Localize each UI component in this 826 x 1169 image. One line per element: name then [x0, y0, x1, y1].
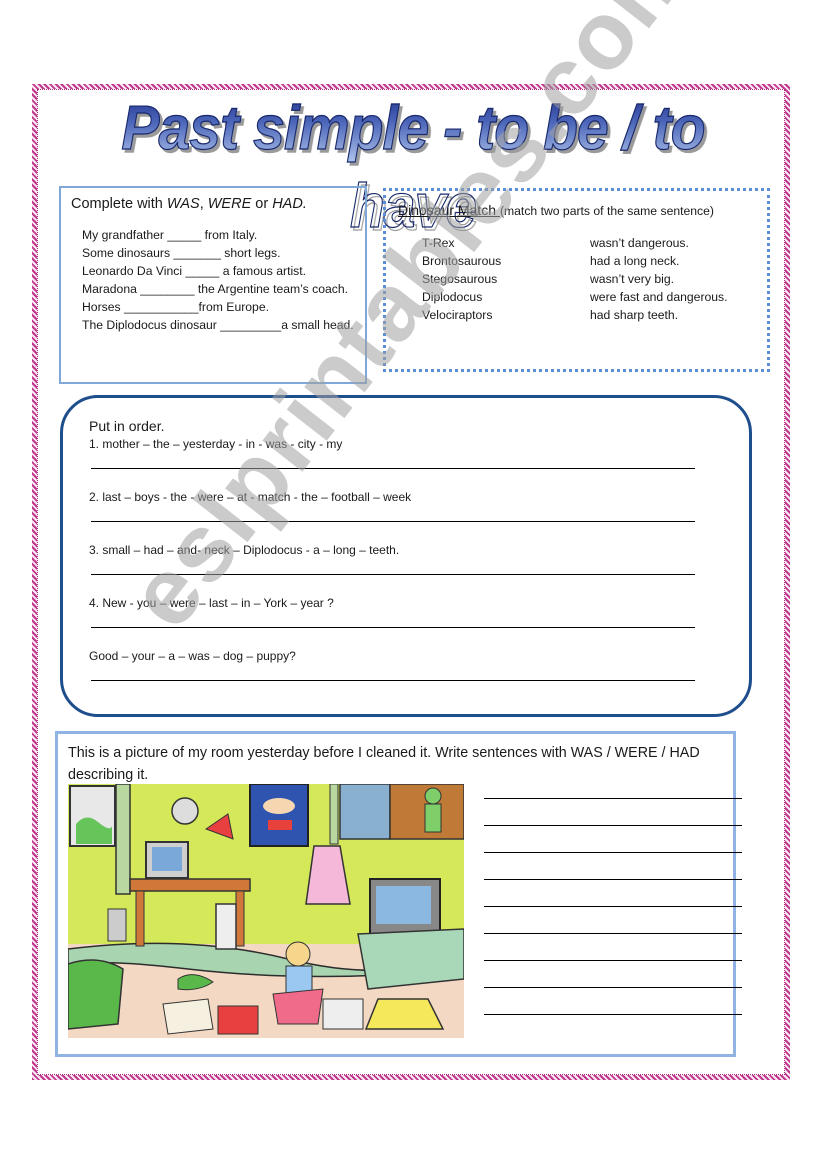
match-right-item: had sharp teeth. [590, 308, 679, 322]
match-right-item: wasn’t dangerous. [590, 236, 689, 250]
dinosaur-match-box: Dinosaur Match (match two parts of the s… [383, 188, 770, 372]
answer-line[interactable] [91, 468, 695, 469]
complete-item: Maradona ________ the Argentine team’s c… [82, 282, 349, 296]
heading-separator: or [251, 196, 273, 212]
match-right-item: had a long neck. [590, 254, 680, 268]
match-instruction: (match two parts of the same sentence) [499, 204, 714, 218]
match-left-item: Velociraptors [422, 308, 493, 322]
complete-item: My grandfather _____ from Italy. [82, 228, 258, 242]
answer-lines [484, 798, 742, 1041]
heading-prefix: Complete with [71, 196, 167, 212]
complete-item: The Diplodocus dinosaur _________a small… [82, 318, 354, 332]
answer-line[interactable] [91, 680, 695, 681]
answer-line[interactable] [484, 960, 742, 961]
messy-room-illustration [68, 784, 464, 1038]
match-right-item: were fast and dangerous. [590, 290, 728, 304]
worksheet-title: Past simple - to be / to have [77, 90, 749, 241]
match-right-item: wasn’t very big. [590, 272, 674, 286]
order-item: 4. New - you – were – last – in – York –… [89, 596, 334, 610]
match-left-item: Brontosaurous [422, 254, 502, 268]
heading-separator: , [199, 196, 208, 212]
word-were: WERE [207, 196, 252, 212]
answer-line[interactable] [484, 798, 742, 799]
complete-item: Horses ___________from Europe. [82, 300, 269, 314]
match-left-item: Stegosaurous [422, 272, 498, 286]
match-left-item: Diplodocus [422, 290, 483, 304]
complete-exercise-box: Complete with WAS, WERE or HAD. My grand… [59, 186, 367, 384]
answer-line[interactable] [484, 879, 742, 880]
match-left-column: T-Rex Brontosaurous Stegosaurous Diplodo… [422, 234, 501, 324]
answer-line[interactable] [484, 906, 742, 907]
put-in-order-box: Put in order. 1. mother – the – yesterda… [60, 395, 752, 717]
match-title: Dinosaur Match [398, 202, 500, 218]
answer-line[interactable] [484, 852, 742, 853]
complete-exercise-heading: Complete with WAS, WERE or HAD. [71, 196, 355, 212]
match-right-column: wasn’t dangerous. had a long neck. wasn’… [590, 234, 728, 324]
answer-line[interactable] [91, 574, 695, 575]
messy-room-drawing [68, 784, 464, 1038]
answer-line[interactable] [91, 627, 695, 628]
answer-line[interactable] [91, 521, 695, 522]
complete-item: Some dinosaurs _______ short legs. [82, 246, 281, 260]
word-had: HAD. [272, 196, 307, 212]
room-instruction: This is a picture of my room yesterday b… [68, 745, 700, 783]
word-was: WAS [166, 196, 200, 212]
order-item: 3. small – had – and- neck – Diplodocus … [89, 543, 400, 557]
answer-line[interactable] [484, 933, 742, 934]
order-item: 1. mother – the – yesterday - in - was -… [89, 437, 343, 451]
complete-item: Leonardo Da Vinci _____ a famous artist. [82, 264, 307, 278]
room-picture-box: This is a picture of my room yesterday b… [55, 731, 742, 1057]
dinosaur-match-heading: Dinosaur Match (match two parts of the s… [398, 201, 755, 220]
order-item: Good – your – a – was – dog – puppy? [89, 649, 296, 663]
put-in-order-heading: Put in order. [89, 418, 165, 434]
match-left-item: T-Rex [422, 236, 455, 250]
answer-line[interactable] [484, 1014, 742, 1015]
answer-line[interactable] [484, 987, 742, 988]
order-item: 2. last – boys - the - were – at - match… [89, 490, 412, 504]
answer-line[interactable] [484, 825, 742, 826]
